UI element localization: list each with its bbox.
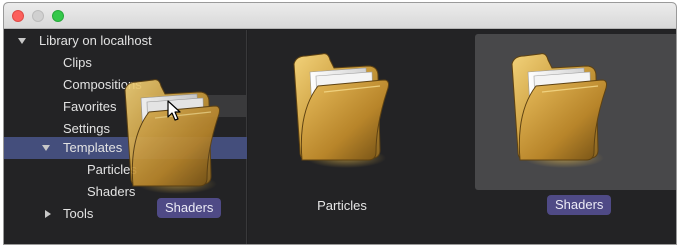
folder-label-shaders[interactable]: Shaders: [547, 195, 612, 215]
disclosure-expanded-icon[interactable]: [42, 145, 50, 151]
sidebar-item-label: Favorites: [63, 99, 117, 114]
library-sidebar: Library on localhost Clips Compositions …: [4, 30, 247, 244]
sidebar-item-label: Tools: [63, 206, 94, 221]
arrow-cursor-icon: [167, 100, 181, 121]
title-bar: [4, 3, 676, 29]
dragged-folder-icon: [119, 68, 227, 196]
disclosure-expanded-icon[interactable]: [18, 38, 26, 44]
sidebar-item-label: Clips: [63, 55, 92, 70]
close-window-button[interactable]: [12, 10, 24, 22]
sidebar-item-library[interactable]: Library on localhost: [4, 30, 247, 52]
minimize-window-button[interactable]: [32, 10, 44, 22]
zoom-window-button[interactable]: [52, 10, 64, 22]
disclosure-collapsed-icon[interactable]: [45, 210, 51, 218]
folder-label-particles[interactable]: Particles: [312, 198, 372, 213]
folder-grid: Particles Shaders: [248, 30, 676, 244]
finder-window: Library on localhost Clips Compositions …: [3, 2, 677, 245]
sidebar-item-label: Library on localhost: [39, 33, 152, 48]
sidebar-item-label: Templates: [63, 140, 123, 155]
particles-folder-icon[interactable]: [288, 42, 396, 170]
shaders-folder-icon[interactable]: [506, 42, 614, 170]
dragged-item-label: Shaders: [157, 198, 222, 218]
